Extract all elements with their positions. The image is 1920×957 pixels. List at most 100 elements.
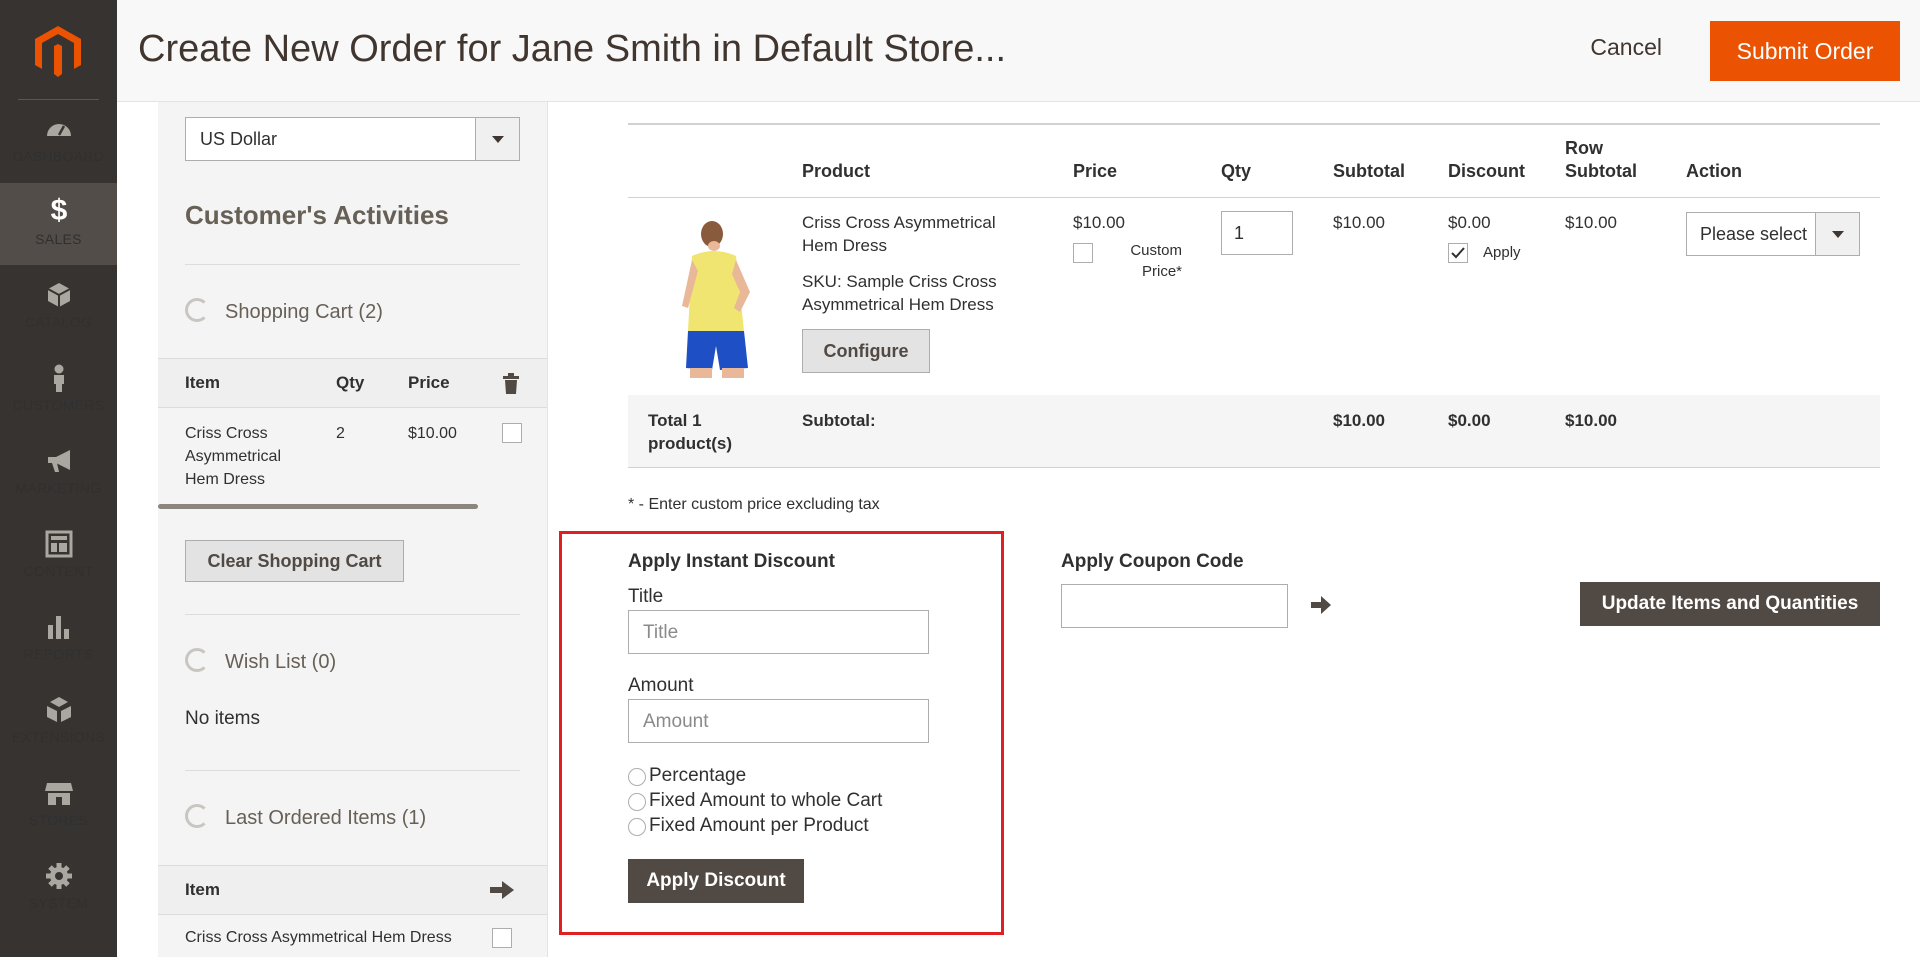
nav-label: REPORTS (23, 646, 94, 662)
nav-content[interactable]: CONTENT (0, 515, 117, 597)
action-select[interactable]: Please select (1686, 212, 1860, 256)
col-product: Product (802, 161, 871, 181)
refresh-icon[interactable] (185, 804, 209, 828)
col-price: Price (1073, 161, 1118, 181)
currency-select[interactable]: US Dollar (185, 117, 520, 161)
configure-button[interactable]: Configure (802, 329, 930, 373)
page-title: Create New Order for Jane Smith in Defau… (138, 28, 1007, 70)
bar-chart-icon (48, 616, 69, 639)
trash-icon[interactable] (502, 373, 520, 394)
apply-coupon-arrow-icon[interactable] (1311, 596, 1331, 614)
cube-icon (47, 283, 71, 307)
cart-item-checkbox[interactable] (502, 423, 522, 443)
discount-amount-label: Amount (628, 675, 694, 696)
nav-system[interactable]: SYSTEM (0, 847, 117, 929)
col-subtotal: Subtotal (1333, 161, 1405, 181)
cart-item-name: Criss Cross Asymmetrical Hem Dress (185, 425, 282, 488)
discount-title-input[interactable]: Title (628, 610, 929, 654)
chevron-down-icon[interactable] (1815, 213, 1859, 255)
wish-list-title: Wish List (0) (225, 651, 337, 673)
nav-stores[interactable]: STORES (0, 764, 117, 846)
option-fixed-cart-label: Fixed Amount to whole Cart (649, 790, 883, 811)
nav-catalog[interactable]: CATALOG (0, 266, 117, 348)
col-price: Price (408, 373, 450, 392)
currency-value: US Dollar (200, 129, 278, 149)
megaphone-icon (48, 450, 70, 472)
dashboard-icon (47, 124, 71, 136)
last-ordered-item-name: Criss Cross Asymmetrical Hem Dress (185, 929, 452, 946)
shopping-cart-header[interactable]: Shopping Cart (2) (185, 298, 383, 324)
boxes-icon (47, 697, 71, 722)
dollar-icon: $ (50, 194, 68, 227)
activities-title: Customer's Activities (185, 200, 449, 230)
radio-fixed-product[interactable] (628, 818, 646, 836)
nav-label: MARKETING (15, 480, 102, 496)
cart-item-price: $10.00 (408, 425, 457, 442)
nav-label: SALES (35, 231, 82, 247)
discount-amount-input[interactable]: Amount (628, 699, 929, 743)
last-ordered-item-checkbox[interactable] (492, 928, 512, 948)
col-row-subtotal-line2: Subtotal (1565, 161, 1637, 181)
checkmark-icon (1451, 247, 1465, 259)
nav-label: SYSTEM (28, 895, 89, 911)
person-icon (54, 364, 64, 392)
nav-sales[interactable]: $ SALES (0, 183, 117, 265)
last-ordered-header[interactable]: Last Ordered Items (1) (185, 804, 426, 830)
apply-discount-checkbox[interactable] (1448, 243, 1468, 263)
storefront-icon (45, 783, 73, 805)
last-ordered-title: Last Ordered Items (1) (225, 807, 427, 829)
totals-row-subtotal: $10.00 (1565, 411, 1617, 430)
nav-customers[interactable]: CUSTOMERS (0, 349, 117, 431)
row-divider (628, 197, 1880, 198)
nav-label: CATALOG (25, 314, 92, 330)
last-ordered-table-header: Item (158, 865, 547, 915)
arrow-right-icon[interactable] (490, 880, 514, 900)
refresh-icon[interactable] (185, 298, 209, 322)
layout-icon (45, 530, 73, 558)
clear-shopping-cart-button[interactable]: Clear Shopping Cart (185, 540, 404, 582)
chevron-down-icon[interactable] (475, 118, 519, 160)
col-item: Item (185, 880, 220, 899)
custom-price-note: * - Enter custom price excluding tax (628, 496, 880, 513)
update-items-button[interactable]: Update Items and Quantities (1580, 582, 1880, 626)
totals-subtotal: $10.00 (1333, 411, 1385, 430)
action-select-value: Please select (1700, 224, 1808, 244)
coupon-code-input[interactable] (1061, 584, 1288, 628)
custom-price-label: Custom Price* (1130, 242, 1182, 280)
page-header: Create New Order for Jane Smith in Defau… (117, 0, 1920, 102)
nav-dashboard[interactable]: DASHBOARD (0, 100, 117, 182)
totals-row: Total 1 product(s) Subtotal: $10.00 $0.0… (628, 395, 1880, 468)
cart-item-qty: 2 (336, 425, 345, 442)
radio-percentage[interactable] (628, 768, 646, 786)
radio-fixed-cart[interactable] (628, 793, 646, 811)
item-discount: $0.00 (1448, 213, 1491, 232)
horizontal-scrollbar[interactable] (158, 504, 478, 509)
wish-list-header[interactable]: Wish List (0) (185, 648, 336, 674)
col-qty: Qty (336, 373, 365, 392)
customer-activities-sidebar: US Dollar Customer's Activities Shopping… (158, 102, 548, 957)
divider (185, 264, 520, 265)
nav-reports[interactable]: REPORTS (0, 598, 117, 680)
custom-price-checkbox[interactable] (1073, 243, 1093, 263)
totals-subtotal-label: Subtotal: (802, 411, 876, 430)
cancel-button[interactable]: Cancel (1590, 34, 1662, 61)
option-percentage-label: Percentage (649, 765, 747, 786)
nav-marketing[interactable]: MARKETING (0, 432, 117, 514)
item-price: $10.00 (1073, 213, 1125, 232)
qty-input[interactable]: 1 (1221, 211, 1293, 255)
product-image[interactable] (670, 216, 770, 378)
gear-icon (46, 863, 72, 889)
col-action: Action (1686, 161, 1742, 181)
totals-discount: $0.00 (1448, 411, 1491, 430)
item-row-subtotal: $10.00 (1565, 213, 1617, 232)
item-subtotal: $10.00 (1333, 213, 1385, 232)
nav-extensions[interactable]: EXTENSIONS (0, 681, 117, 763)
magento-logo[interactable] (0, 0, 117, 100)
nav-label: STORES (28, 812, 89, 828)
wish-list-empty: No items (185, 708, 260, 729)
option-fixed-product-label: Fixed Amount per Product (649, 815, 869, 836)
magento-logo-icon (35, 26, 81, 77)
submit-order-button[interactable]: Submit Order (1710, 21, 1900, 81)
apply-discount-button[interactable]: Apply Discount (628, 859, 804, 903)
refresh-icon[interactable] (185, 648, 209, 672)
